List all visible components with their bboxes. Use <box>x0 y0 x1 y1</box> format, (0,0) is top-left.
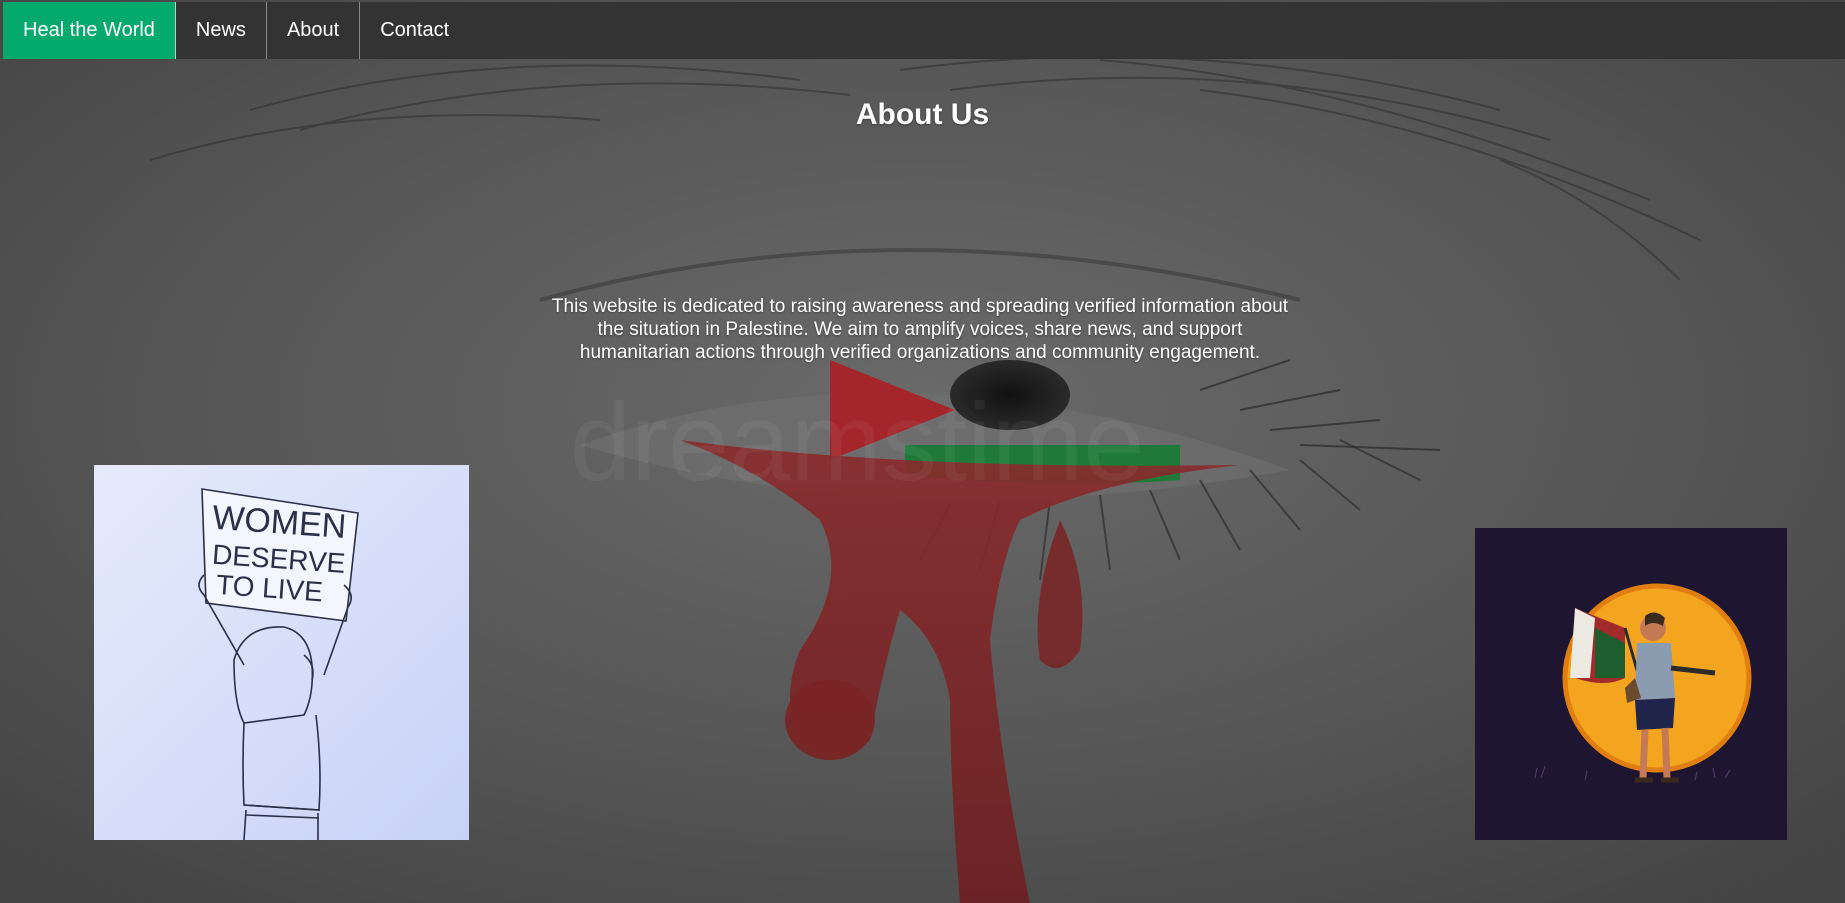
page: dreamstime Heal the World News About Con… <box>0 0 1845 903</box>
nav-item-about[interactable]: About <box>267 2 361 59</box>
child-with-flag-illustration <box>1475 528 1787 840</box>
women-deserve-to-live-illustration: WOMEN DESERVE TO LIVE <box>94 465 469 840</box>
watermark-text: dreamstime <box>570 381 1145 504</box>
top-navbar: Heal the World News About Contact <box>3 2 1845 59</box>
page-title: About Us <box>855 98 990 131</box>
nav-item-news[interactable]: News <box>176 2 267 59</box>
nav-item-contact[interactable]: Contact <box>360 2 469 59</box>
about-description: This website is dedicated to raising awa… <box>551 296 1289 363</box>
nav-item-heal-the-world[interactable]: Heal the World <box>3 2 176 59</box>
